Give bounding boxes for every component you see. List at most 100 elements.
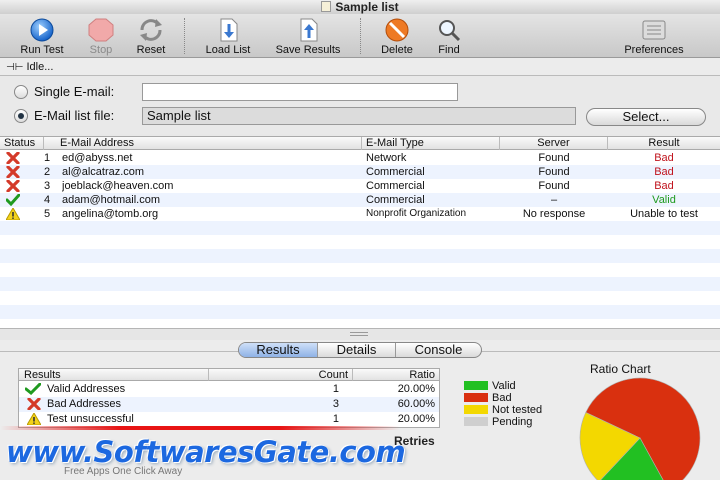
status-line: ⊣⊢ Idle... [0,58,720,76]
empty-row [0,263,720,277]
row-email: joeblack@heaven.com [62,180,174,192]
reset-icon [136,18,166,42]
save-results-button[interactable]: Save Results [266,18,350,56]
column-header-status[interactable]: Status [0,137,44,150]
legend-item-valid: Valid [464,380,542,392]
column-header-email[interactable]: E-Mail Address [44,137,362,150]
warning-icon [5,207,21,221]
window-title: Sample list [335,0,399,14]
column-header-result[interactable]: Result [608,137,720,150]
find-button[interactable]: Find [428,18,470,56]
summary-ratio: 60.00% [397,398,435,410]
single-email-radio[interactable] [14,85,28,99]
legend-label: Valid [492,380,516,392]
run-test-label: Run Test [20,44,64,56]
email-list-radio[interactable] [14,109,28,123]
row-type: Network [366,152,407,164]
toolbar-separator [360,18,361,54]
row-number: 5 [44,208,51,220]
tab-console[interactable]: Console [396,343,481,357]
column-header-type[interactable]: E-Mail Type [362,137,500,150]
legend-swatch [464,381,488,390]
delete-button[interactable]: Delete [374,18,420,56]
row-result: Bad [654,152,674,164]
bad-x-icon [6,179,20,193]
save-results-label: Save Results [275,44,341,56]
play-icon [27,18,57,42]
legend-item-not-tested: Not tested [464,404,542,416]
source-panel: Single E-mail: E-Mail list file: Sample … [0,76,720,134]
legend-swatch [464,393,488,402]
reset-label: Reset [136,44,166,56]
results-summary-table: Results Count Ratio Valid Addresses 1 20… [18,368,440,428]
table-row[interactable]: 5 angelina@tomb.org Nonprofit Organizati… [0,207,720,221]
row-type: Nonprofit Organization [366,208,467,219]
row-email: ed@abyss.net [62,152,133,164]
table-row[interactable]: 3 joeblack@heaven.com Commercial Found B… [0,179,720,193]
single-email-label: Single E-mail: [34,84,115,99]
bad-x-icon [6,165,20,179]
toolbar-separator [184,18,185,54]
tab-results[interactable]: Results [239,343,318,357]
row-email: angelina@tomb.org [62,208,159,220]
watermark: www.SoftwaresGate.com Free Apps One Clic… [0,432,720,480]
row-number: 1 [44,152,51,164]
legend-label: Pending [492,416,533,428]
empty-row [0,221,720,235]
summary-row[interactable]: Test unsuccessful 1 20.00% [19,412,439,427]
summary-row[interactable]: Bad Addresses 3 60.00% [19,397,439,412]
summary-header-results[interactable]: Results [19,369,209,381]
legend-item-bad: Bad [464,392,542,404]
summary-header-ratio[interactable]: Ratio [353,369,439,381]
email-table: Status E-Mail Address E-Mail Type Server… [0,136,720,328]
row-result: Bad [654,180,674,192]
row-result: Unable to test [630,208,698,220]
bad-x-icon [6,151,20,165]
legend-swatch [464,405,488,414]
row-server: Found [538,166,570,178]
row-server: Found [538,152,570,164]
legend-item-pending: Pending [464,416,542,428]
table-rows: 1 ed@abyss.net Network Found Bad 2 al@al… [0,151,720,333]
table-row[interactable]: 2 al@alcatraz.com Commercial Found Bad [0,165,720,179]
email-list-label: E-Mail list file: [34,108,115,123]
summary-ratio: 20.00% [397,383,435,395]
single-email-field[interactable] [142,83,458,101]
preferences-button[interactable]: Preferences [612,18,696,56]
empty-row [0,291,720,305]
toolbar: Run Test Stop Reset Load List Save Resul… [0,14,720,58]
column-header-server[interactable]: Server [500,137,608,150]
empty-row [0,249,720,263]
summary-count: 1 [332,413,339,425]
select-button[interactable]: Select... [586,108,706,126]
email-list-field[interactable]: Sample list [142,107,576,125]
load-list-button[interactable]: Load List [196,18,260,56]
row-type: Commercial [366,166,425,178]
table-row[interactable]: 4 adam@hotmail.com Commercial – Valid [0,193,720,207]
summary-row[interactable]: Valid Addresses 1 20.00% [19,382,439,397]
table-row[interactable]: 1 ed@abyss.net Network Found Bad [0,151,720,165]
stop-button[interactable]: Stop [80,18,122,56]
split-view-handle[interactable] [0,328,720,340]
row-server: No response [522,208,586,220]
watermark-underline [0,426,400,430]
row-email: adam@hotmail.com [62,194,160,206]
delete-label: Delete [381,44,413,56]
run-test-button[interactable]: Run Test [10,18,74,56]
empty-row [0,235,720,249]
watermark-text: www.SoftwaresGate.com [6,435,406,469]
valid-check-icon [5,193,21,207]
row-number: 2 [44,166,51,178]
summary-header-count[interactable]: Count [209,369,353,381]
grip-icon [350,332,368,336]
summary-label: Valid Addresses [47,383,126,395]
row-result: Bad [654,166,674,178]
find-label: Find [438,44,460,56]
stop-label: Stop [89,44,113,56]
reset-button[interactable]: Reset [128,18,174,56]
status-text: Idle... [26,61,54,73]
tab-details[interactable]: Details [318,343,396,357]
tab-bar: Results Details Console [238,342,482,358]
legend-label: Bad [492,392,512,404]
save-document-icon [293,18,323,42]
